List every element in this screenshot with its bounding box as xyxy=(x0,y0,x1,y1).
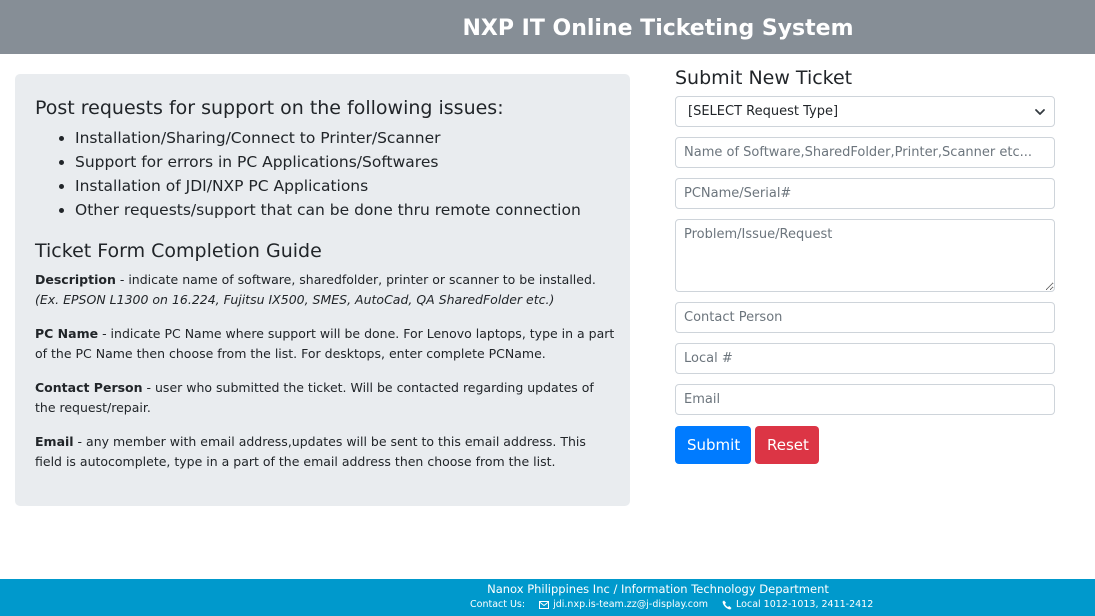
phone-icon xyxy=(722,600,732,610)
guide-text: - indicate PC Name where support will be… xyxy=(35,326,615,361)
submit-button[interactable]: Submit xyxy=(675,426,751,464)
guide-description: Description - indicate name of software,… xyxy=(35,270,615,309)
guide-text: - indicate name of software, sharedfolde… xyxy=(115,272,596,287)
page-footer: Nanox Philippines Inc / Information Tech… xyxy=(0,579,1095,616)
reset-button[interactable]: Reset xyxy=(755,426,819,464)
request-type-select[interactable]: [SELECT Request Type] xyxy=(675,96,1055,127)
guide-email: Email - any member with email address,up… xyxy=(35,432,615,471)
list-item: Installation/Sharing/Connect to Printer/… xyxy=(75,126,581,150)
request-type-selected: [SELECT Request Type] xyxy=(688,104,839,119)
pcname-input[interactable] xyxy=(675,178,1055,209)
support-issues-list: Installation/Sharing/Connect to Printer/… xyxy=(15,126,581,222)
guide-term: PC Name xyxy=(35,326,99,341)
list-item: Support for errors in PC Applications/So… xyxy=(75,150,581,174)
form-title: Submit New Ticket xyxy=(675,67,853,89)
email-input[interactable] xyxy=(675,384,1055,415)
footer-contact-label: Contact Us: xyxy=(470,599,526,610)
guide-example: (Ex. EPSON L1300 on 16.224, Fujitsu IX50… xyxy=(35,291,555,307)
contact-person-input[interactable] xyxy=(675,302,1055,333)
page-header: NXP IT Online Ticketing System xyxy=(0,0,1095,54)
footer-company: Nanox Philippines Inc / Information Tech… xyxy=(487,582,829,596)
footer-email-link[interactable]: jdi.nxp.is-team.zz@j-display.com xyxy=(553,598,708,612)
guide-contact-person: Contact Person - user who submitted the … xyxy=(35,378,615,417)
description-input[interactable] xyxy=(675,137,1055,168)
problem-textarea[interactable] xyxy=(675,219,1055,292)
guide-term: Email xyxy=(35,434,74,449)
chevron-down-icon xyxy=(1034,106,1046,118)
guide-term: Description xyxy=(35,272,116,287)
guide-term: Contact Person xyxy=(35,380,143,395)
footer-contact: Contact Us: jdi.nxp.is-team.zz@j-display… xyxy=(470,598,873,612)
guide-heading: Ticket Form Completion Guide xyxy=(35,240,322,262)
info-panel: Post requests for support on the followi… xyxy=(15,74,630,506)
envelope-icon xyxy=(539,600,550,610)
footer-phone: Local 1012-1013, 2411-2412 xyxy=(736,599,874,610)
list-item: Installation of JDI/NXP PC Applications xyxy=(75,174,581,198)
guide-text: - any member with email address,updates … xyxy=(35,434,586,469)
support-issues-heading: Post requests for support on the followi… xyxy=(35,97,504,119)
local-number-input[interactable] xyxy=(675,343,1055,374)
guide-pc-name: PC Name - indicate PC Name where support… xyxy=(35,324,615,363)
app-title: NXP IT Online Ticketing System xyxy=(462,16,854,41)
list-item: Other requests/support that can be done … xyxy=(75,198,581,222)
